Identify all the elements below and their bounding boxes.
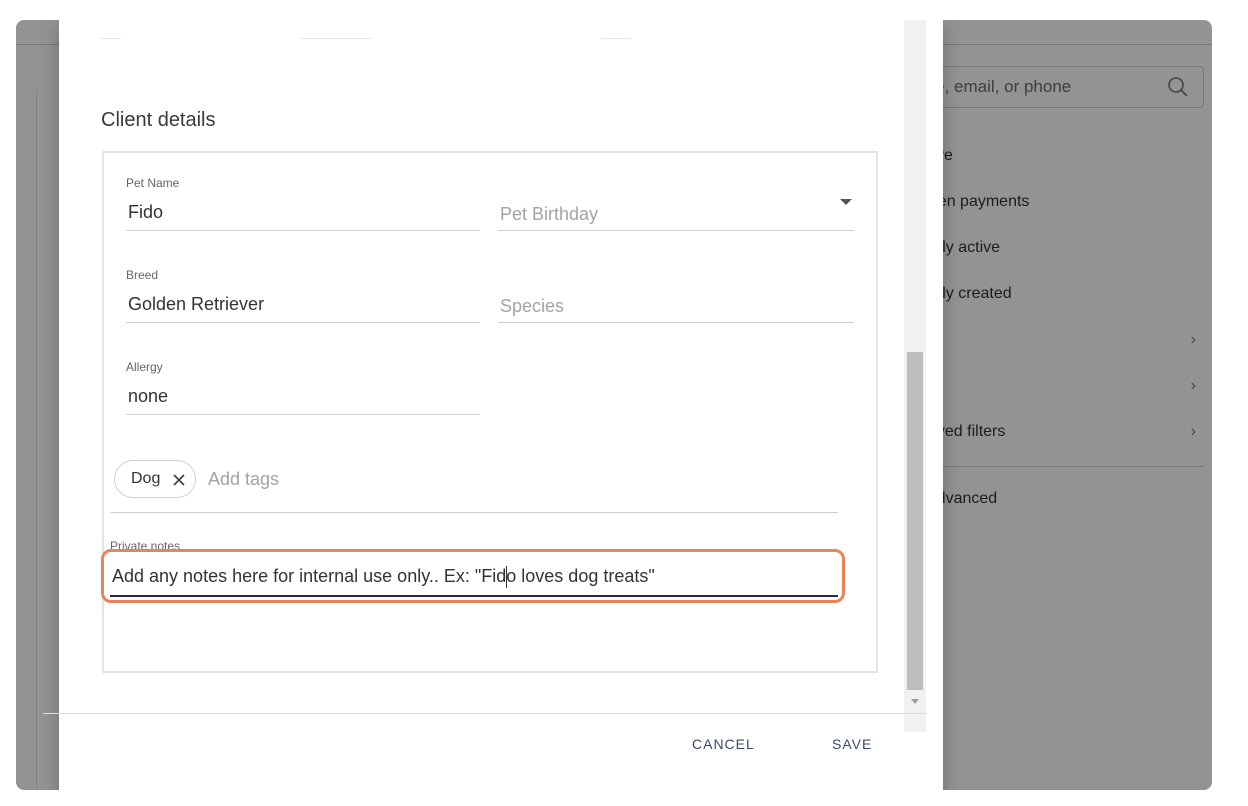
app-window: me, email, or phone ctive open payments … [16,20,1212,790]
scroll-down-arrow-icon[interactable] [911,699,919,704]
species-field[interactable]: Species [498,284,854,324]
tags-underline [110,512,838,513]
scrollbar-thumb[interactable] [907,352,923,690]
private-notes-underline [110,595,838,597]
allergy-value: none [128,386,169,406]
save-button[interactable]: SAVE [824,730,880,758]
client-details-modal: Client details Pet Name Fido Pet Birthda… [59,20,943,790]
tag-chip[interactable]: Dog [114,460,196,498]
cancel-button[interactable]: CANCEL [684,730,763,758]
add-tags-input[interactable]: Add tags [208,469,279,490]
pet-birthday-select[interactable]: Pet Birthday [498,192,854,232]
tag-chip-label: Dog [131,470,161,487]
pet-name-field[interactable]: Pet Name Fido [126,176,480,232]
pet-name-value: Fido [128,202,164,222]
breed-field[interactable]: Breed Golden Retriever [126,268,480,324]
text-cursor [506,566,507,588]
breed-label: Breed [126,268,159,282]
footer-divider [43,713,927,714]
close-icon[interactable] [171,472,187,488]
allergy-field[interactable]: Allergy none [126,360,480,416]
scrolled-content-edge [101,20,701,40]
pet-birthday-placeholder: Pet Birthday [500,204,599,224]
dropdown-arrow-icon[interactable] [840,199,852,205]
private-notes-input[interactable]: Add any notes here for internal use only… [112,566,655,587]
section-title: Client details [101,109,216,131]
allergy-label: Allergy [126,360,163,374]
species-placeholder: Species [500,296,565,316]
pet-name-label: Pet Name [126,176,180,190]
breed-value: Golden Retriever [128,294,265,314]
